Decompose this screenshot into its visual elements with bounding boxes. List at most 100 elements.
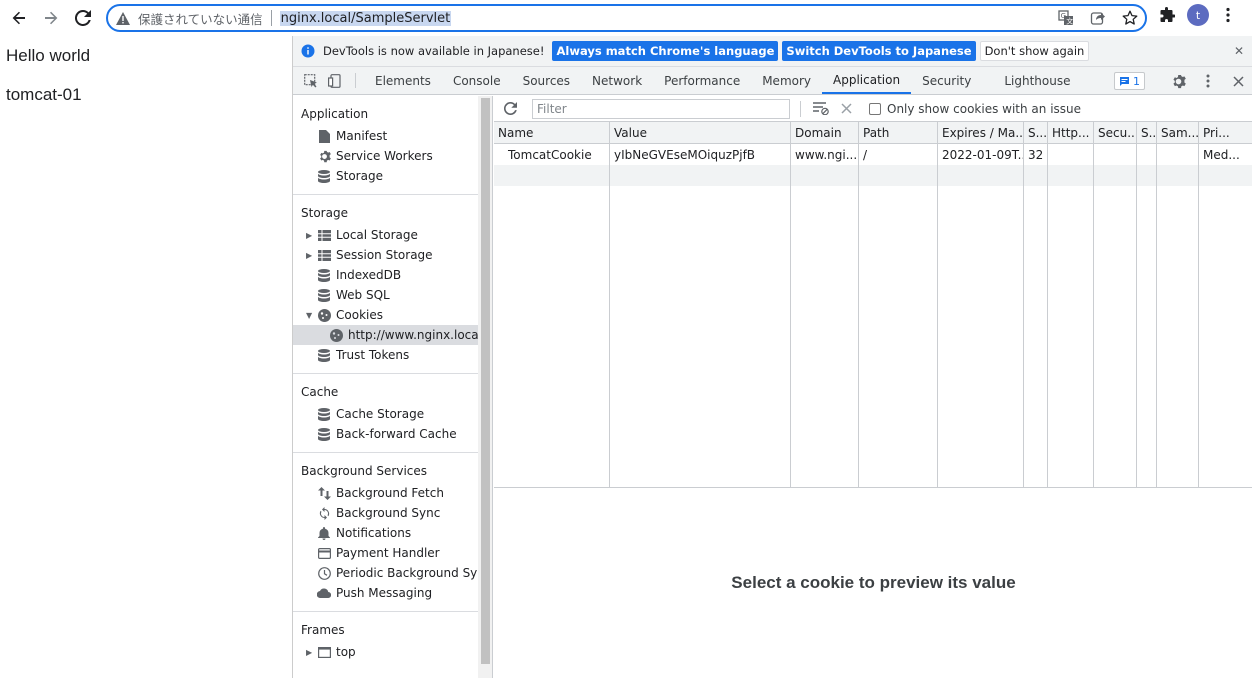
reload-button[interactable] [67, 2, 99, 34]
bookmark-star-icon[interactable] [1119, 10, 1141, 26]
close-icon[interactable]: ✕ [1234, 44, 1244, 58]
sidebar-item-frame-top[interactable]: ▶ top [293, 642, 492, 662]
close-devtools-icon[interactable] [1226, 75, 1250, 87]
security-status[interactable]: 保護されていない通信 [138, 9, 263, 28]
cell-value[interactable]: yIbNeGVEseMOiquzPjfB [610, 144, 791, 165]
sidebar-item-notifications[interactable]: Notifications [293, 523, 492, 543]
tab-network[interactable]: Network [581, 67, 653, 94]
dont-show-again-button[interactable]: Don't show again [979, 41, 1090, 61]
address-bar[interactable]: 保護されていない通信 nginx.local/SampleServlet 文G [106, 4, 1147, 32]
sidebar-item-label: Manifest [336, 129, 388, 143]
tab-console[interactable]: Console [442, 67, 512, 94]
profile-avatar[interactable]: t [1187, 4, 1209, 26]
sidebar-item-storage-overview[interactable]: Storage [293, 166, 492, 186]
column-header-httponly[interactable]: Http... [1048, 122, 1094, 143]
sidebar-item-cache-storage[interactable]: Cache Storage [293, 404, 492, 424]
only-issues-checkbox[interactable] [869, 102, 881, 115]
tab-security[interactable]: Security [911, 67, 982, 94]
column-header-secure[interactable]: Secu... [1094, 122, 1137, 143]
info-icon [301, 44, 315, 58]
cell-domain[interactable]: www.ngi... [791, 144, 859, 165]
cell-expires[interactable]: 2022-01-09T... [938, 144, 1024, 165]
sidebar-item-background-fetch[interactable]: Background Fetch [293, 483, 492, 503]
translate-icon[interactable]: 文G [1055, 10, 1077, 26]
sidebar-item-indexeddb[interactable]: IndexedDB [293, 265, 492, 285]
table-header: Name Value Domain Path Expires / Ma... S… [494, 122, 1252, 144]
column-header-samesite-short[interactable]: S... [1137, 122, 1157, 143]
expand-arrow-icon[interactable]: ▶ [306, 231, 312, 240]
cookies-panel: Filter Only show cookies with an issue N… [494, 96, 1252, 678]
column-header-value[interactable]: Value [610, 122, 791, 143]
sidebar-item-cookie-origin[interactable]: http://www.nginx.local [293, 325, 492, 345]
cell-httponly[interactable] [1048, 144, 1094, 165]
cell-priority[interactable]: Med... [1199, 144, 1252, 165]
sidebar-item-label: Trust Tokens [336, 348, 410, 362]
issues-counter[interactable]: 1 [1114, 72, 1145, 90]
sidebar-item-cookies[interactable]: ▼ Cookies [293, 305, 492, 325]
switch-to-japanese-button[interactable]: Switch DevTools to Japanese [782, 41, 976, 61]
cell-sameparty[interactable] [1157, 144, 1199, 165]
device-toolbar-icon[interactable] [323, 67, 347, 94]
sidebar-item-trust-tokens[interactable]: Trust Tokens [293, 345, 492, 365]
sidebar-heading: Background Services [301, 464, 428, 478]
scrollbar-thumb[interactable] [481, 98, 490, 664]
kebab-menu-icon[interactable] [1217, 7, 1239, 23]
tab-elements[interactable]: Elements [364, 67, 442, 94]
database-icon [317, 407, 331, 421]
sidebar-item-periodic-background-sync[interactable]: Periodic Background Sync [293, 563, 492, 583]
sidebar-item-service-workers[interactable]: Service Workers [293, 146, 492, 166]
more-options-icon[interactable] [1196, 74, 1220, 88]
tab-lighthouse[interactable]: Lighthouse [982, 67, 1081, 94]
sidebar-scrollbar[interactable] [478, 96, 492, 678]
share-icon[interactable] [1087, 10, 1109, 26]
table-row[interactable]: TomcatCookie yIbNeGVEseMOiquzPjfB www.ng… [494, 144, 1252, 165]
sidebar-item-web-sql[interactable]: Web SQL [293, 285, 492, 305]
sidebar-item-payment-handler[interactable]: Payment Handler [293, 543, 492, 563]
up-down-arrows-icon [317, 486, 331, 500]
cell-path[interactable]: / [859, 144, 938, 165]
sidebar-item-back-forward-cache[interactable]: Back-forward Cache [293, 424, 492, 444]
cell-samesite[interactable] [1137, 144, 1157, 165]
tab-memory[interactable]: Memory [751, 67, 822, 94]
filter-input[interactable]: Filter [532, 98, 790, 119]
column-header-expires[interactable]: Expires / Ma... [938, 122, 1024, 143]
forward-button[interactable] [35, 2, 67, 34]
column-header-path[interactable]: Path [859, 122, 938, 143]
cell-size[interactable]: 32 [1024, 144, 1048, 165]
warning-icon[interactable] [116, 11, 134, 25]
sidebar-item-label: Periodic Background Sync [336, 566, 492, 580]
cell-secure[interactable] [1094, 144, 1137, 165]
tab-sources[interactable]: Sources [512, 67, 581, 94]
cell-name[interactable]: TomcatCookie [494, 144, 610, 165]
column-header-name[interactable]: Name [494, 122, 610, 143]
tab-application[interactable]: Application [822, 67, 912, 94]
column-header-sameparty[interactable]: Sam... [1157, 122, 1199, 143]
settings-gear-icon[interactable] [1166, 74, 1190, 89]
always-match-language-button[interactable]: Always match Chrome's language [552, 41, 779, 61]
clear-all-cookies-icon[interactable] [835, 103, 857, 114]
inspect-element-icon[interactable] [299, 67, 323, 94]
column-header-priority[interactable]: Pri... [1199, 122, 1252, 143]
tab-performance[interactable]: Performance [653, 67, 751, 94]
database-icon [317, 348, 331, 362]
expand-arrow-icon[interactable]: ▶ [306, 648, 312, 657]
refresh-icon[interactable] [500, 102, 520, 115]
sync-icon [317, 506, 331, 520]
cookies-toolbar: Filter Only show cookies with an issue [494, 96, 1252, 122]
expand-arrow-icon[interactable]: ▶ [306, 251, 312, 260]
url-text[interactable]: nginx.local/SampleServlet [279, 10, 452, 26]
sidebar-item-local-storage[interactable]: ▶ Local Storage [293, 225, 492, 245]
sidebar-item-push-messaging[interactable]: Push Messaging [293, 583, 492, 603]
back-button[interactable] [3, 2, 35, 34]
extensions-puzzle-icon[interactable] [1155, 7, 1179, 23]
credit-card-icon [317, 546, 331, 560]
sidebar-heading: Application [301, 107, 369, 121]
column-header-domain[interactable]: Domain [791, 122, 859, 143]
clear-filtered-cookies-icon[interactable] [811, 102, 831, 115]
sidebar-item-manifest[interactable]: Manifest [293, 126, 492, 146]
column-header-size[interactable]: S... [1024, 122, 1048, 143]
sidebar-item-background-sync[interactable]: Background Sync [293, 503, 492, 523]
collapse-arrow-icon[interactable]: ▼ [306, 311, 312, 320]
sidebar-item-session-storage[interactable]: ▶ Session Storage [293, 245, 492, 265]
only-issues-label[interactable]: Only show cookies with an issue [887, 102, 1081, 116]
